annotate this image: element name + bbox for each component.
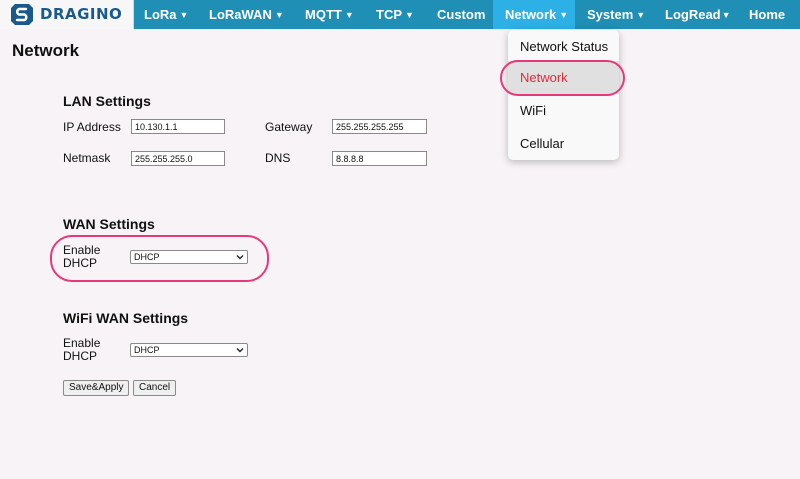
dropdown-item-cellular[interactable]: Cellular: [508, 127, 619, 160]
dns-input[interactable]: [332, 151, 427, 166]
caret-down-icon: ▼: [636, 10, 646, 20]
nav-label: LogRead: [665, 7, 721, 22]
logo-text: DRAGINO: [40, 5, 123, 23]
logo[interactable]: DRAGINO: [0, 0, 134, 29]
nav-label: Network: [505, 7, 557, 22]
cancel-button[interactable]: Cancel: [133, 380, 177, 396]
netmask-input[interactable]: [131, 151, 225, 166]
caret-down-icon: ▼: [405, 10, 414, 20]
nav-label: LoRa: [144, 7, 177, 22]
nav-mqtt[interactable]: MQTT ▼: [305, 0, 354, 29]
gateway-label: Gateway: [265, 120, 313, 134]
dhcp-highlight-annotation: [50, 235, 269, 282]
nav-home[interactable]: Home: [749, 0, 785, 29]
wifi-dhcp-label: Enable DHCP: [63, 337, 100, 363]
nav-network[interactable]: Network ▼: [493, 0, 575, 29]
nav-logread[interactable]: LogRead▼: [665, 0, 731, 29]
netmask-label: Netmask: [63, 151, 111, 165]
wifi-wan-settings-title: WiFi WAN Settings: [63, 310, 189, 326]
ip-address-label: IP Address: [63, 120, 121, 134]
dragino-logo-icon: [11, 4, 33, 25]
save-apply-button[interactable]: Save&Apply: [63, 380, 130, 396]
lan-settings-title: LAN Settings: [63, 93, 151, 109]
gateway-input[interactable]: [332, 119, 427, 134]
chevron-down-icon: [236, 348, 244, 353]
wifi-dhcp-label-line2: DHCP: [63, 349, 98, 363]
caret-down-icon: ▼: [344, 10, 354, 20]
dropdown-item-network-status[interactable]: Network Status: [508, 30, 619, 63]
nav-label: Home: [749, 7, 786, 22]
caret-down-icon: ▼: [274, 10, 284, 20]
caret-down-icon: ▼: [721, 10, 731, 20]
nav-label: LoRaWAN: [209, 7, 272, 22]
top-navbar: DRAGINO LoRa ▼ LoRaWAN ▼ MQTT ▼ TCP ▼ Custom…: [0, 0, 800, 29]
caret-down-icon: ▼: [179, 10, 189, 20]
nav-lora[interactable]: LoRa ▼: [144, 0, 188, 29]
network-highlight-annotation: [500, 60, 625, 96]
page-title: Network: [12, 41, 80, 60]
select-value: DHCP: [134, 345, 160, 355]
wan-settings-title: WAN Settings: [63, 216, 155, 232]
nav-system[interactable]: System ▼: [587, 0, 645, 29]
nav-label: TCP: [376, 7, 402, 22]
caret-down-icon: ▼: [559, 10, 569, 20]
nav-label: System: [587, 7, 634, 22]
nav-lorawan[interactable]: LoRaWAN ▼: [209, 0, 284, 29]
nav-custom[interactable]: Custom: [437, 0, 485, 29]
nav-label: MQTT: [305, 7, 342, 22]
dns-label: DNS: [265, 151, 291, 165]
ip-address-input[interactable]: [131, 119, 225, 134]
nav-label: Custom: [437, 7, 486, 22]
wifi-dhcp-select[interactable]: DHCP: [130, 343, 248, 357]
dropdown-item-wifi[interactable]: WiFi: [508, 94, 619, 127]
nav-tcp[interactable]: TCP ▼: [376, 0, 414, 29]
